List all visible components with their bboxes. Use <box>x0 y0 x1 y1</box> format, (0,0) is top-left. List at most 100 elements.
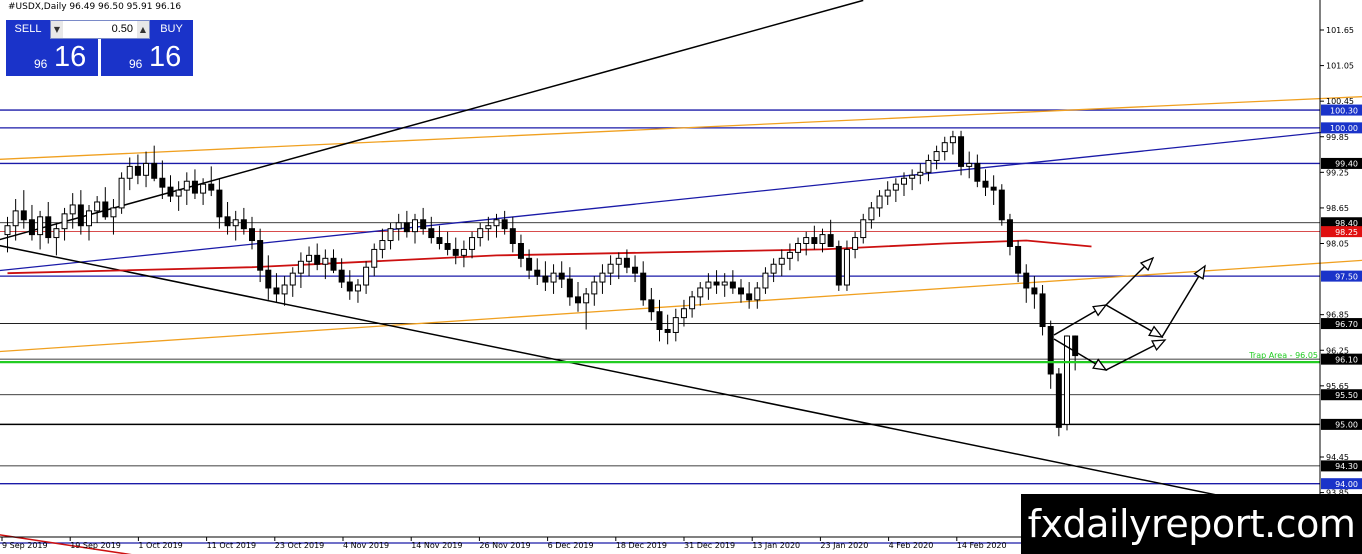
buy-button[interactable]: BUY <box>150 20 193 39</box>
candle-body <box>672 317 679 333</box>
candle-body <box>1015 245 1022 274</box>
candle-body <box>306 254 313 262</box>
candle-body <box>648 299 655 313</box>
candle <box>1064 335 1070 431</box>
candle-body <box>640 272 647 301</box>
time-tick-label: 1 Oct 2019 <box>138 541 182 550</box>
candle-body <box>607 263 614 274</box>
candle-body <box>998 189 1005 221</box>
candle-body <box>330 257 337 271</box>
candle-body <box>469 237 476 250</box>
candle-body <box>892 183 899 191</box>
price-tick-label: 98.65 <box>1326 204 1349 213</box>
candle-body <box>713 281 720 286</box>
sell-price-button[interactable]: 96 16 <box>6 39 98 76</box>
candle-body <box>949 136 956 144</box>
candle-body <box>966 162 973 167</box>
candle-body <box>990 186 997 191</box>
candle-body <box>526 257 533 271</box>
candle-body <box>12 210 19 227</box>
candle-body <box>534 269 541 277</box>
candle-body <box>860 219 867 239</box>
time-tick-label: 4 Nov 2019 <box>343 541 389 550</box>
time-tick-label: 18 Dec 2019 <box>616 541 667 550</box>
lot-size-field[interactable]: ▼ 0.50 ▲ <box>50 20 150 39</box>
buy-price-pips: 16 <box>149 41 182 73</box>
time-tick-label: 14 Feb 2020 <box>957 541 1007 550</box>
lot-size-value[interactable]: 0.50 <box>65 21 135 38</box>
one-click-trading-panel: SELL ▼ 0.50 ▲ BUY 96 16 96 16 <box>6 20 193 76</box>
candle-body <box>452 248 459 256</box>
level-label-text: 96.10 <box>1335 355 1358 364</box>
level-label-text: 99.40 <box>1335 160 1358 169</box>
candle-body <box>778 257 785 265</box>
candle-body <box>958 136 965 167</box>
candle-body <box>314 254 321 265</box>
candle-body <box>412 219 418 233</box>
candle-body <box>77 204 84 227</box>
candle <box>118 172 125 214</box>
time-tick-label: 31 Dec 2019 <box>684 541 735 550</box>
candle-body <box>37 216 44 236</box>
candle-body <box>265 269 272 289</box>
candle-body <box>746 293 753 301</box>
candle-body <box>884 189 891 197</box>
candle-body <box>517 243 524 259</box>
price-tick-label: 101.65 <box>1326 26 1354 35</box>
candle-body <box>1055 373 1062 428</box>
candle-body <box>852 237 859 250</box>
candle-body <box>436 237 443 244</box>
candle-body <box>45 216 52 239</box>
time-tick-label: 14 Nov 2019 <box>411 541 462 550</box>
candle-body <box>558 272 565 280</box>
candle-body <box>933 151 940 161</box>
level-label-text: 96.70 <box>1335 320 1358 329</box>
candle-body <box>1039 293 1046 328</box>
candle-body <box>1023 272 1030 289</box>
price-tick-label: 99.85 <box>1326 133 1349 142</box>
candle-body <box>354 284 361 292</box>
sell-button[interactable]: SELL <box>6 20 50 39</box>
candle-body <box>428 228 435 239</box>
candle-body <box>762 272 769 289</box>
candle-body <box>803 237 810 244</box>
candle-body <box>941 142 948 153</box>
candle-body <box>371 248 378 268</box>
candle-body <box>110 207 117 218</box>
candle-body <box>477 228 484 239</box>
candle-body <box>843 248 850 286</box>
candle-body <box>811 237 818 244</box>
candle-body <box>191 180 198 194</box>
sell-price-handle: 96 <box>34 57 48 71</box>
candle <box>998 184 1005 226</box>
candle-body <box>501 219 508 230</box>
candle-body <box>151 162 158 179</box>
candle-body <box>273 287 280 295</box>
candle-body <box>167 186 174 197</box>
candle-body <box>208 183 215 191</box>
candle-body <box>982 180 989 188</box>
buy-price-button[interactable]: 96 16 <box>101 39 193 76</box>
candle-body <box>257 240 264 271</box>
time-tick-label: 11 Oct 2019 <box>207 541 256 550</box>
candle-body <box>216 189 223 218</box>
candle-body <box>297 260 304 274</box>
price-chart[interactable]: Trap Area - 96.05 101.65101.05100.4599.8… <box>0 0 1362 554</box>
candle <box>1055 368 1062 437</box>
candle-body <box>705 281 712 289</box>
candle-body <box>1047 326 1054 375</box>
candle-body <box>159 177 166 188</box>
lot-decrease-icon[interactable]: ▼ <box>51 21 63 38</box>
candle-body <box>1064 335 1070 425</box>
candle-body <box>134 165 141 176</box>
lot-increase-icon[interactable]: ▲ <box>137 21 149 38</box>
candle-body <box>754 287 761 301</box>
candle-body <box>615 257 622 265</box>
level-label-text: 100.30 <box>1330 106 1358 115</box>
candle-body <box>460 248 467 256</box>
candle-body <box>249 228 255 242</box>
candle-body <box>697 287 704 298</box>
price-tick-label: 101.05 <box>1326 62 1354 71</box>
candle-body <box>379 240 386 250</box>
candle-body <box>126 165 133 179</box>
